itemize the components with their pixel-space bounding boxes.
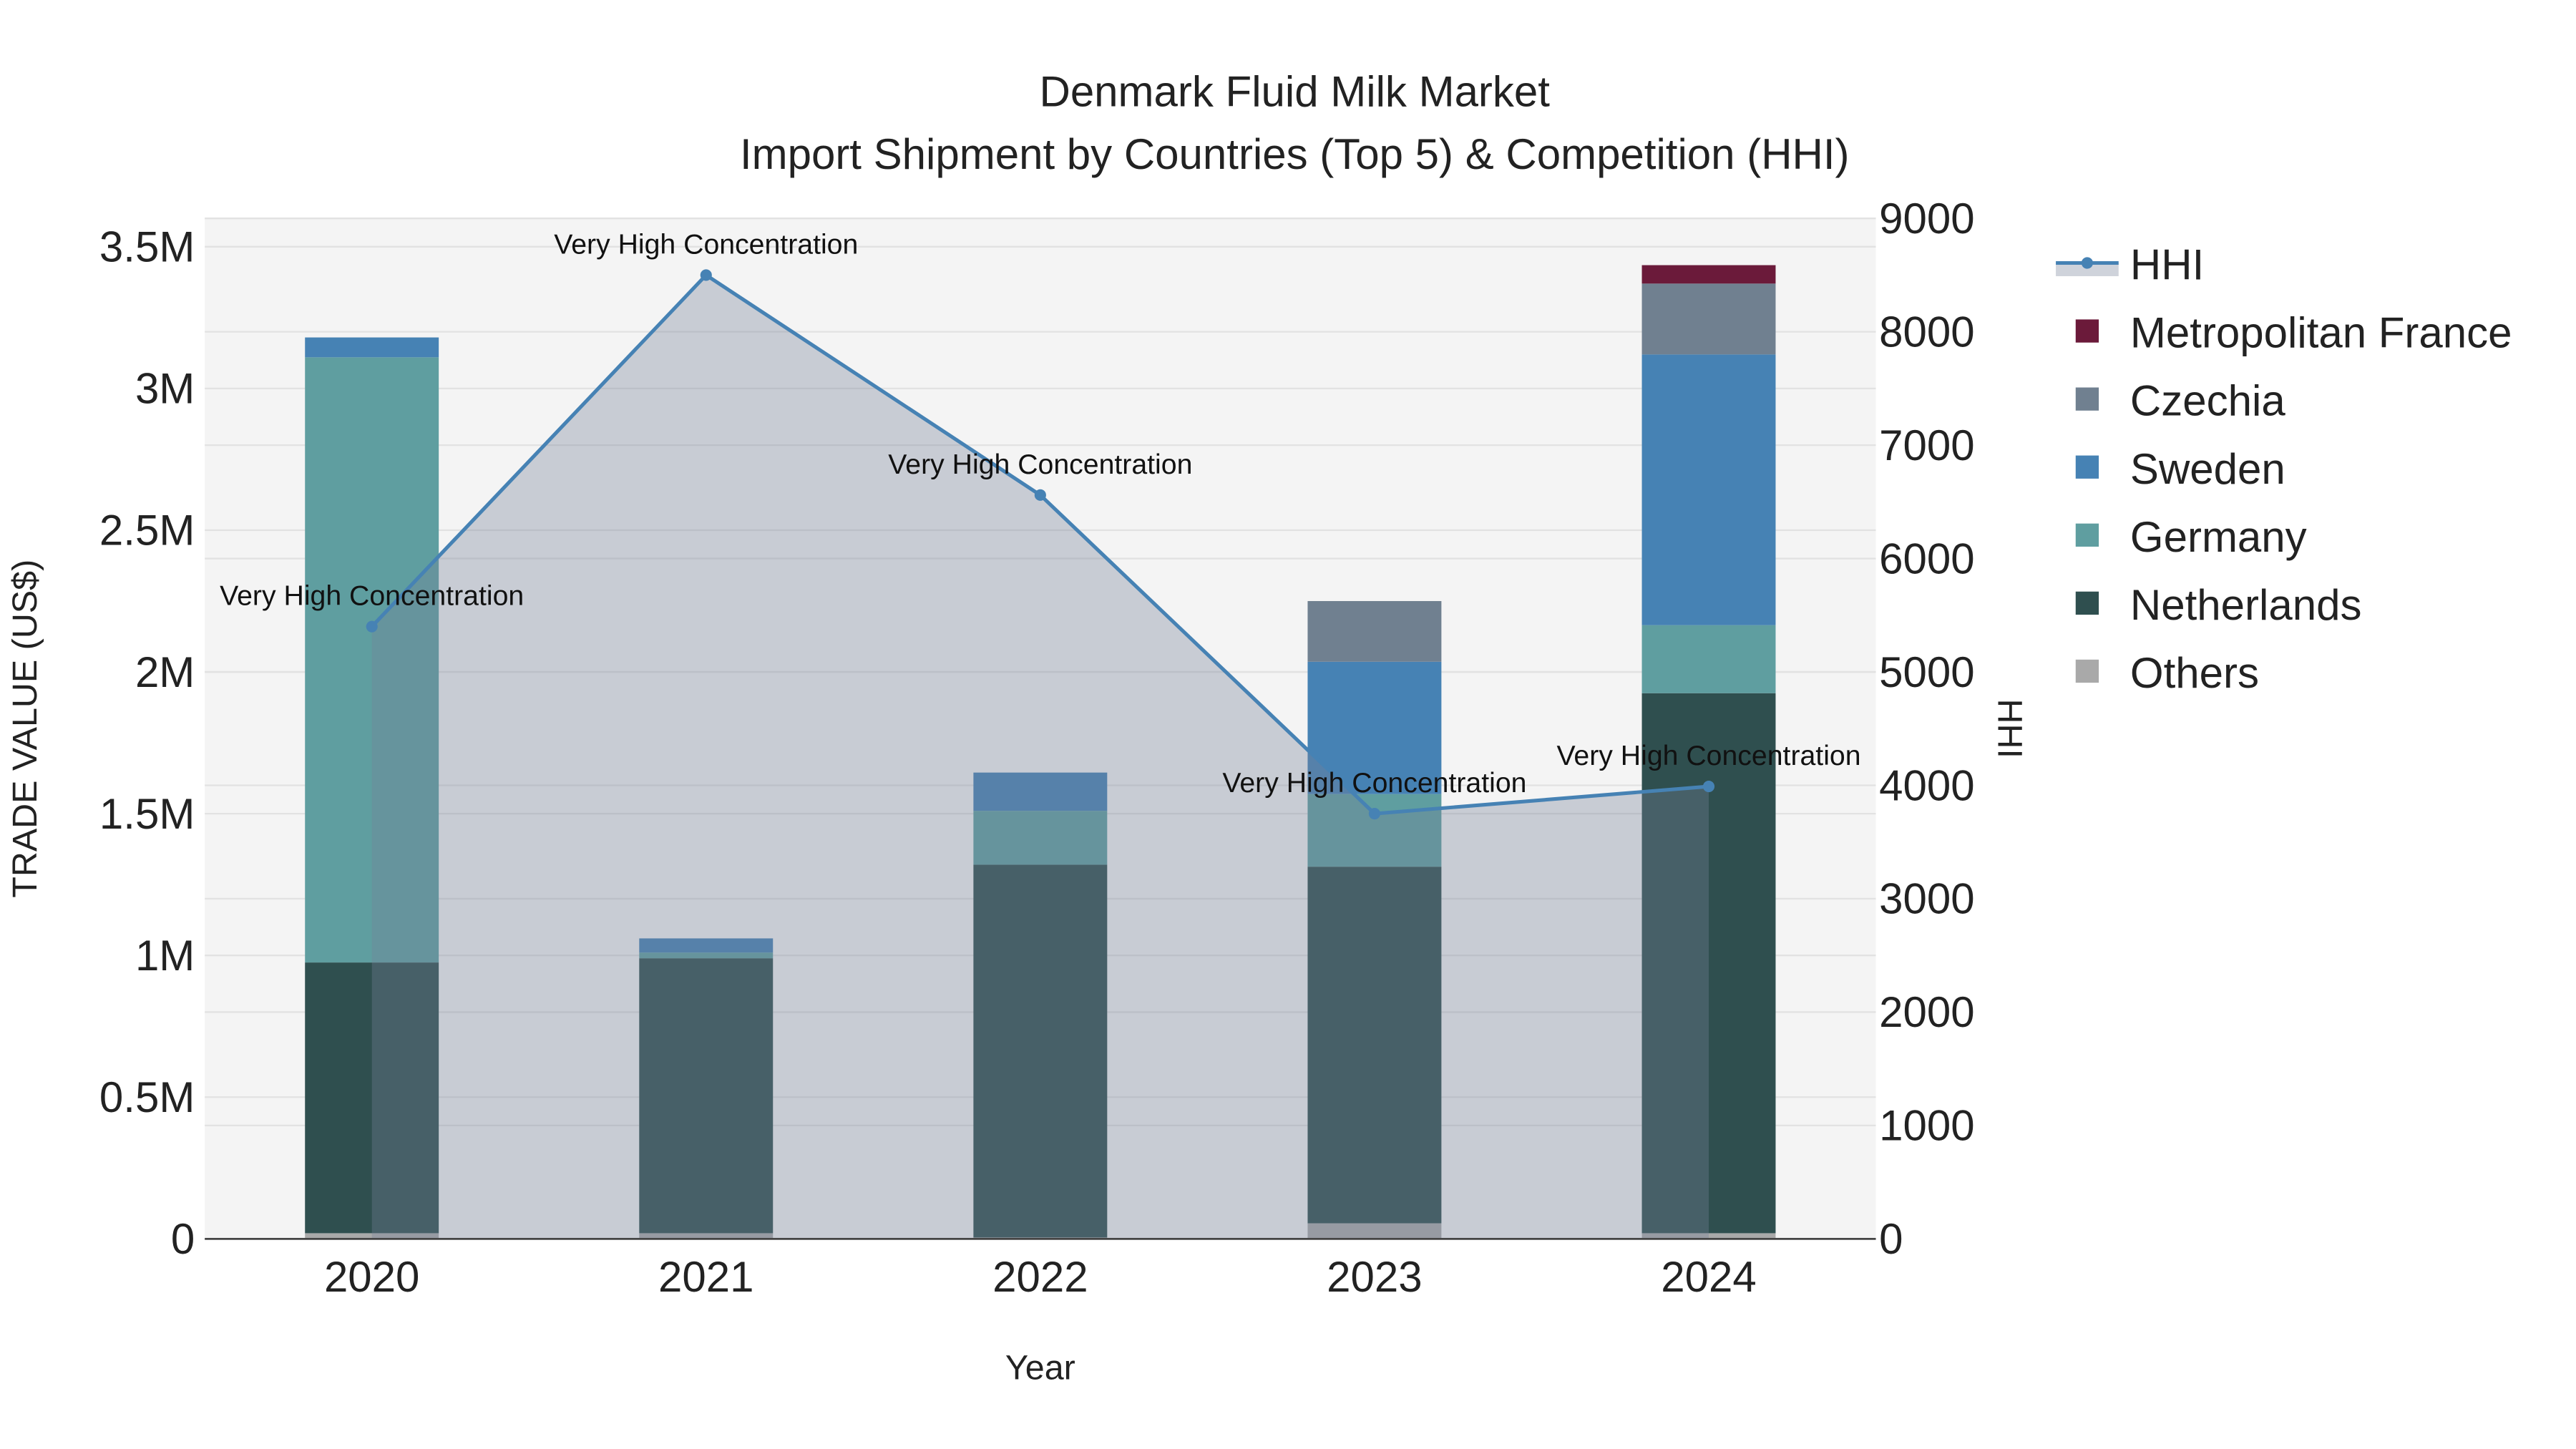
y2-tick-label: 2000 — [1879, 988, 1974, 1036]
hhi-annotation-2022: Very High Concentration — [888, 449, 1192, 480]
y2-axis-label: HHI — [1990, 699, 2029, 758]
legend-swatch-germany — [2075, 523, 2099, 547]
hhi-annotation-2023: Very High Concentration — [1222, 767, 1526, 799]
y-tick-label: 2.5M — [99, 507, 195, 555]
legend-swatch-netherlands — [2075, 591, 2099, 615]
x-tick-label: 2022 — [992, 1253, 1088, 1301]
legend-label-others: Others — [2130, 649, 2259, 697]
x-axis-label: Year — [1005, 1349, 1075, 1387]
x-tick-label: 2020 — [324, 1253, 419, 1301]
y-axis-label: TRADE VALUE (US$) — [6, 560, 44, 898]
y2-tick-label: 6000 — [1879, 535, 1974, 582]
legend-label-czechia: Czechia — [2130, 377, 2285, 425]
y-tick-label: 0 — [171, 1215, 195, 1263]
hhi-point-2020 — [366, 620, 378, 633]
legend-label-germany: Germany — [2130, 513, 2307, 561]
bar-czechia-2024 — [1641, 283, 1776, 355]
hhi-point-2022 — [1034, 489, 1046, 501]
y2-tick-label: 9000 — [1879, 195, 1974, 243]
hhi-annotation-2020: Very High Concentration — [220, 580, 524, 612]
hhi-point-2021 — [700, 269, 712, 281]
y-tick-label: 0.5M — [99, 1073, 195, 1121]
y2-axis-ticks: 0 1000 2000 3000 4000 5000 6000 7000 8000 9000 — [1879, 195, 1974, 1263]
y2-tick-label: 3000 — [1879, 875, 1974, 923]
y2-tick-label: 7000 — [1879, 421, 1974, 469]
hhi-annotation-2021: Very High Concentration — [554, 228, 858, 260]
chart-title: Denmark Fluid Milk Market — [1039, 67, 1550, 115]
legend-label-netherlands: Netherlands — [2130, 581, 2362, 629]
y2-tick-label: 8000 — [1879, 308, 1974, 356]
x-axis-ticks: 2020 2021 2022 2023 2024 — [324, 1253, 1757, 1301]
legend: HHI Metropolitan France Czechia Sweden Germa… — [2056, 241, 2512, 697]
hhi-annotation-2024: Very High Concentration — [1556, 740, 1860, 771]
y-tick-label: 1M — [135, 932, 195, 980]
bar-sweden-2020 — [305, 337, 439, 358]
y2-tick-label: 4000 — [1879, 761, 1974, 809]
y2-tick-label: 0 — [1879, 1215, 1903, 1263]
legend-label-hhi: HHI — [2130, 241, 2204, 289]
hhi-point-2024 — [1702, 781, 1715, 793]
legend-swatch-sweden — [2075, 455, 2099, 479]
y2-tick-label: 1000 — [1879, 1102, 1974, 1150]
legend-label-sweden: Sweden — [2130, 445, 2285, 493]
y-tick-label: 2M — [135, 648, 195, 696]
legend-swatch-czechia — [2075, 387, 2099, 411]
y-tick-label: 3.5M — [99, 223, 195, 271]
y-axis-ticks: 0 0.5M 1M 1.5M 2M 2.5M 3M 3.5M — [99, 223, 195, 1264]
legend-swatch-metropolitan-france — [2075, 319, 2099, 343]
y-tick-label: 3M — [135, 365, 195, 413]
hhi-point-2023 — [1368, 808, 1380, 820]
y2-tick-label: 5000 — [1879, 648, 1974, 696]
chart-subtitle: Import Shipment by Countries (Top 5) & C… — [740, 130, 1850, 178]
legend-label-metropolitan-france: Metropolitan France — [2130, 309, 2512, 357]
chart: Very High Concentration Very High Concent… — [6, 67, 2512, 1387]
bar-metropolitan-france-2024 — [1641, 265, 1776, 284]
x-tick-label: 2023 — [1327, 1253, 1422, 1301]
bar-sweden-2024 — [1641, 354, 1776, 625]
bar-germany-2024 — [1641, 625, 1776, 693]
bar-czechia-2023 — [1307, 601, 1442, 662]
x-tick-label: 2024 — [1661, 1253, 1756, 1301]
legend-hhi-marker — [2081, 257, 2093, 269]
legend-swatch-others — [2075, 659, 2099, 683]
x-tick-label: 2021 — [658, 1253, 753, 1301]
y-tick-label: 1.5M — [99, 790, 195, 838]
